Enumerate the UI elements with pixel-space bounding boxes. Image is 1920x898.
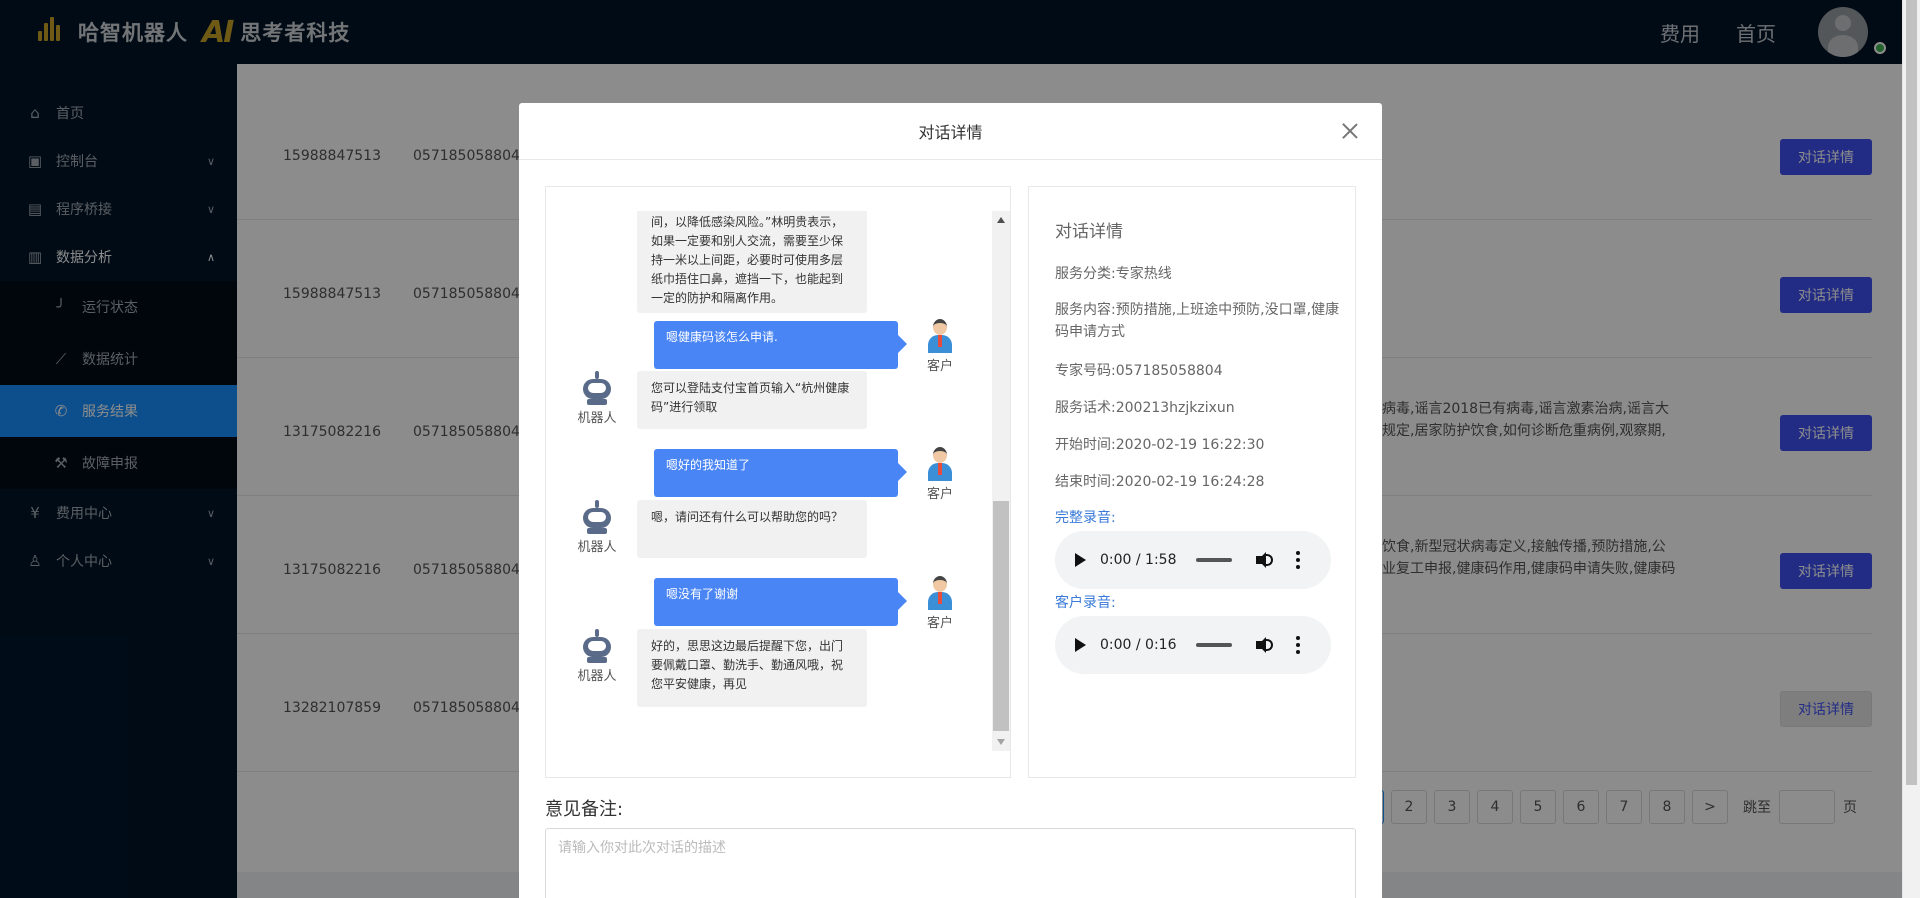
volume-icon[interactable]	[1254, 635, 1274, 655]
more-options-icon[interactable]	[1296, 551, 1300, 569]
playback-time: 0:00 / 0:16	[1100, 637, 1177, 653]
robot-label: 机器人	[577, 669, 617, 684]
customer-label: 客户	[926, 487, 953, 502]
chat-panel: 间，以降低感染风险。”林明贵表示，如果一定要和别人交流，需要至少保持一米以上间距…	[545, 186, 1011, 778]
customer-avatar: 客户	[920, 576, 960, 631]
info-panel: 对话详情 服务分类:专家热线 服务内容:预防措施,上班途中预防,没口罩,健康码申…	[1028, 186, 1356, 778]
service-content: 服务内容:预防措施,上班途中预防,没口罩,健康码申请方式	[1055, 302, 1340, 340]
play-icon[interactable]	[1075, 553, 1086, 567]
dialog-detail-modal: 对话详情 间，以降低感染风险。”林明贵表示，如果一定要和别人交流，需要至少保持一…	[519, 103, 1382, 898]
more-options-icon[interactable]	[1296, 636, 1300, 654]
modal-header: 对话详情	[519, 103, 1382, 160]
modal-title: 对话详情	[918, 123, 983, 142]
bot-message: 间，以降低感染风险。”林明贵表示，如果一定要和别人交流，需要至少保持一米以上间距…	[637, 211, 867, 313]
chat-scrollbar[interactable]	[992, 211, 1010, 751]
customer-icon	[925, 576, 955, 610]
service-category: 服务分类:专家热线	[1055, 266, 1172, 282]
customer-label: 客户	[926, 359, 953, 374]
page-scrollbar[interactable]	[1902, 0, 1920, 898]
chat-scrollbar-thumb[interactable]	[993, 501, 1009, 731]
remark-textarea[interactable]	[545, 828, 1356, 898]
bot-message: 好的，思思这边最后提醒下您，出门要佩戴口罩、勤洗手、勤通风哦，祝您平安健康，再见	[637, 629, 867, 707]
robot-icon	[579, 629, 615, 663]
close-icon[interactable]	[1338, 119, 1362, 143]
robot-icon	[579, 500, 615, 534]
customer-recording-label: 客户录音:	[1055, 595, 1116, 611]
robot-avatar: 机器人	[569, 371, 625, 426]
user-message: 嗯没有了谢谢	[654, 578, 907, 626]
robot-avatar: 机器人	[569, 500, 625, 555]
seek-slider[interactable]	[1196, 558, 1232, 562]
end-time: 结束时间:2020-02-19 16:24:28	[1055, 474, 1265, 490]
robot-avatar: 机器人	[569, 629, 625, 684]
chat-transcript[interactable]: 间，以降低感染风险。”林明贵表示，如果一定要和别人交流，需要至少保持一米以上间距…	[546, 211, 966, 756]
volume-icon[interactable]	[1254, 550, 1274, 570]
service-script: 服务话术:200213hzjkzixun	[1055, 400, 1235, 416]
customer-icon	[925, 447, 955, 481]
info-title: 对话详情	[1055, 222, 1123, 242]
customer-avatar: 客户	[920, 319, 960, 374]
robot-label: 机器人	[577, 540, 617, 555]
robot-icon	[579, 371, 615, 405]
customer-avatar: 客户	[920, 447, 960, 502]
remark-label: 意见备注:	[545, 799, 624, 820]
start-time: 开始时间:2020-02-19 16:22:30	[1055, 437, 1265, 453]
scroll-down-icon[interactable]	[997, 739, 1005, 745]
user-message: 嗯好的我知道了	[654, 449, 907, 497]
bot-message: 您可以登陆支付宝首页输入“杭州健康码”进行领取	[637, 371, 867, 429]
seek-slider[interactable]	[1196, 643, 1232, 647]
full-recording-player: 0:00 / 1:58	[1055, 531, 1331, 589]
customer-label: 客户	[926, 616, 953, 631]
page-scrollbar-thumb[interactable]	[1906, 0, 1917, 785]
expert-number: 专家号码:057185058804	[1055, 363, 1223, 379]
scroll-up-icon[interactable]	[997, 217, 1005, 223]
full-recording-label: 完整录音:	[1055, 510, 1116, 526]
user-message: 嗯健康码该怎么申请.	[654, 321, 907, 369]
customer-icon	[925, 319, 955, 353]
play-icon[interactable]	[1075, 638, 1086, 652]
playback-time: 0:00 / 1:58	[1100, 552, 1177, 568]
bot-message: 嗯，请问还有什么可以帮助您的吗？	[637, 500, 867, 558]
robot-label: 机器人	[577, 411, 617, 426]
customer-recording-player: 0:00 / 0:16	[1055, 616, 1331, 674]
